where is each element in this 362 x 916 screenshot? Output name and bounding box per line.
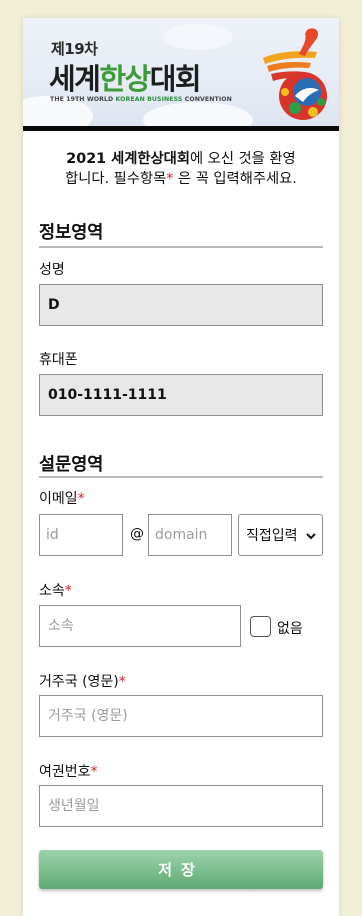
affiliation-label-text: 소속 xyxy=(39,583,65,599)
welcome-line-2: 합니다. 필수항목* 은 꼭 입력해주세요. xyxy=(23,169,339,189)
banner-divider xyxy=(23,126,339,131)
info-section-title: 정보영역 xyxy=(39,223,104,243)
welcome-text: 은 꼭 입력해주세요. xyxy=(173,171,297,187)
welcome-text: 에 오신 것을 환영 xyxy=(189,151,296,167)
banner-title-part: 세계 xyxy=(49,62,101,96)
banner-title-part: 한상 xyxy=(99,62,151,96)
welcome-line-1: 2021 세계한상대회에 오신 것을 환영 xyxy=(23,149,339,169)
section-divider xyxy=(39,476,323,478)
no-affiliation-checkbox[interactable] xyxy=(250,616,271,637)
chevron-down-icon xyxy=(306,533,316,540)
banner-subtitle-part: THE 19TH WORLD xyxy=(50,96,116,103)
passport-input[interactable] xyxy=(39,785,323,827)
email-domain-input[interactable] xyxy=(148,514,232,556)
name-label: 성명 xyxy=(39,262,65,278)
welcome-event-name: 2021 세계한상대회 xyxy=(66,151,190,167)
affiliation-input[interactable] xyxy=(39,605,241,647)
save-button[interactable]: 저장 xyxy=(39,850,323,889)
event-banner: 제19차 세계한상대회 THE 19TH WORLD KOREAN BUSINE… xyxy=(23,18,339,126)
banner-cloud xyxy=(143,102,253,126)
no-affiliation-label[interactable]: 없음 xyxy=(277,618,303,638)
required-mark: * xyxy=(77,491,85,507)
banner-subtitle: THE 19TH WORLD KOREAN BUSINESS CONVENTIO… xyxy=(50,96,232,103)
country-label-text: 거주국 (영문) xyxy=(39,674,119,690)
survey-section-title: 설문영역 xyxy=(39,455,104,475)
welcome-text: 합니다. 필수항목 xyxy=(65,171,167,187)
email-domain-select-value: 직접입력 xyxy=(246,528,298,544)
banner-title-part: 대회 xyxy=(149,62,202,96)
country-input[interactable] xyxy=(39,695,323,737)
required-mark: * xyxy=(64,583,72,599)
banner-subtitle-part: KOREAN BUSINESS xyxy=(115,96,183,103)
event-emblem-icon xyxy=(263,28,327,120)
email-label: 이메일* xyxy=(39,488,85,508)
country-label: 거주국 (영문)* xyxy=(39,671,126,691)
email-at-sign: @ xyxy=(130,526,144,542)
affiliation-label: 소속* xyxy=(39,580,72,600)
email-id-input[interactable] xyxy=(39,514,123,556)
name-field[interactable] xyxy=(39,284,323,326)
welcome-message: 2021 세계한상대회에 오신 것을 환영 합니다. 필수항목* 은 꼭 입력해… xyxy=(23,149,339,189)
required-mark: * xyxy=(118,674,126,690)
email-label-text: 이메일 xyxy=(39,491,78,507)
email-domain-select[interactable]: 직접입력 xyxy=(238,514,323,556)
phone-label: 휴대폰 xyxy=(39,352,78,368)
section-divider xyxy=(39,246,323,248)
banner-title: 세계한상대회 xyxy=(49,56,202,98)
required-mark: * xyxy=(90,764,98,780)
passport-label-text: 여권번호 xyxy=(39,764,91,780)
passport-label: 여권번호* xyxy=(39,761,98,781)
banner-subtitle-part: CONVENTION xyxy=(182,96,232,103)
phone-field[interactable] xyxy=(39,374,323,416)
banner-cloud xyxy=(163,24,233,50)
registration-card: 제19차 세계한상대회 THE 19TH WORLD KOREAN BUSINE… xyxy=(23,18,339,916)
